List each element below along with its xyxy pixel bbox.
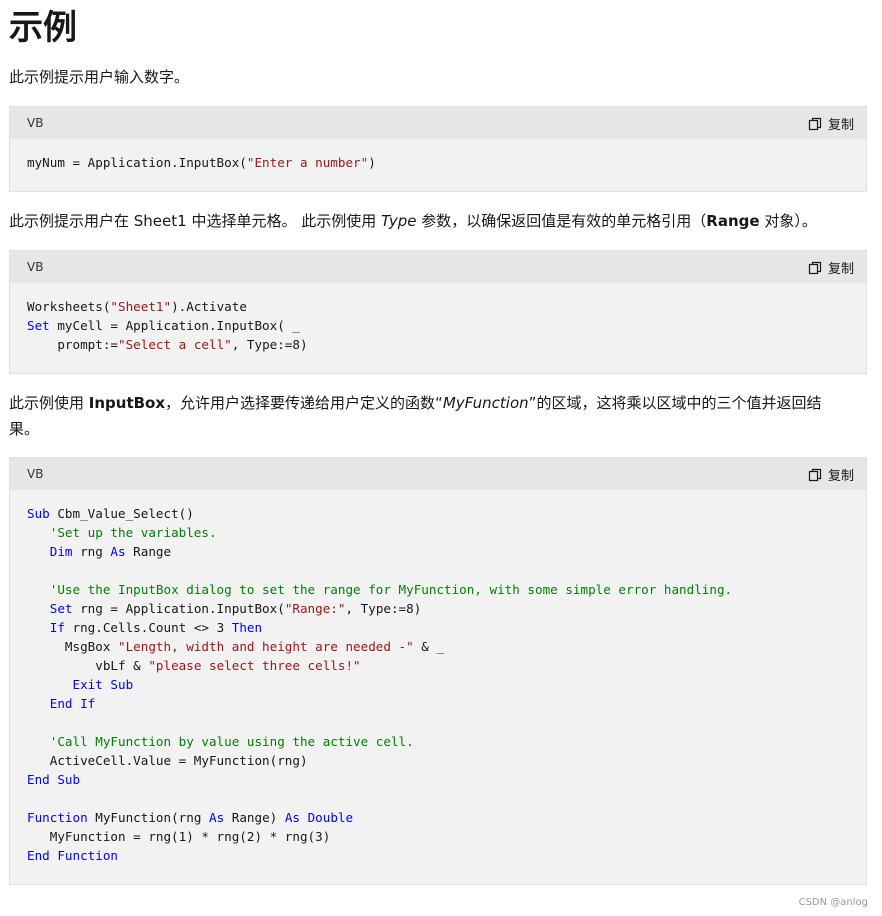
code-token: End Sub bbox=[27, 772, 81, 787]
code-token: ) bbox=[368, 155, 376, 170]
code-token: Range) bbox=[224, 810, 285, 825]
paragraph-text: ”的区域，这将乘以区域中的三个值并返回结 bbox=[528, 394, 822, 412]
code-token: If bbox=[49, 620, 65, 635]
code-token: rng = Application.InputBox( bbox=[72, 601, 285, 616]
paragraph-text: 参数，以确保返回值是有效的单元格引用（ bbox=[416, 212, 707, 230]
code-token: "please select three cells!" bbox=[148, 658, 361, 673]
paragraph-text: 果。 bbox=[9, 420, 40, 438]
paragraph-text: ，允许用户选择要传递给用户定义的函数“ bbox=[165, 394, 443, 412]
code-listing: Worksheets("Sheet1").Activate Set myCell… bbox=[10, 283, 866, 370]
code-token: "Range:" bbox=[284, 601, 346, 616]
description-paragraph-3: 此示例使用 InputBox，允许用户选择要传递给用户定义的函数“MyFunct… bbox=[9, 390, 859, 442]
code-token: MyFunction(rng bbox=[87, 810, 209, 825]
code-listing: Sub Cbm_Value_Select() 'Set up the varia… bbox=[10, 490, 866, 881]
code-token: MsgBox bbox=[27, 639, 118, 654]
code-token: Range bbox=[125, 544, 172, 559]
code-token: Set bbox=[27, 318, 50, 333]
code-token: Worksheets( bbox=[27, 299, 111, 314]
code-token: End Function bbox=[27, 848, 118, 863]
code-token: Then bbox=[231, 620, 263, 635]
code-token: Sub bbox=[27, 506, 50, 521]
code-token: ).Activate bbox=[171, 299, 247, 314]
paragraph-text: 对象）。 bbox=[759, 212, 817, 230]
paragraph-text: 此示例使用 bbox=[9, 394, 89, 412]
code-token: Cbm_Value_Select() bbox=[49, 506, 194, 521]
code-token: , Type:=8) bbox=[345, 601, 422, 616]
range-term: Range bbox=[706, 212, 760, 230]
code-language-label: VB bbox=[27, 260, 44, 274]
copy-icon bbox=[808, 261, 822, 274]
code-token: ActiveCell.Value = MyFunction(rng) bbox=[27, 753, 308, 768]
copy-button[interactable]: 复制 bbox=[808, 258, 854, 277]
code-token: "Select a cell" bbox=[118, 337, 232, 352]
code-token: As bbox=[209, 810, 225, 825]
page-title: 示例 bbox=[9, 8, 77, 48]
function-name-term: MyFunction bbox=[442, 394, 529, 412]
inputbox-term: InputBox bbox=[88, 394, 166, 412]
code-language-label: VB bbox=[27, 467, 44, 481]
copy-label: 复制 bbox=[827, 469, 854, 484]
code-token: "Enter a number" bbox=[246, 155, 369, 170]
code-block-2: VB 复制 Worksheets("Sheet1").Activate Set … bbox=[9, 250, 867, 374]
code-token: 'Use the InputBox dialog to set the rang… bbox=[49, 582, 733, 597]
code-header: VB 复制 bbox=[10, 458, 866, 490]
code-language-label: VB bbox=[27, 116, 44, 130]
copy-button[interactable]: 复制 bbox=[808, 465, 854, 484]
code-header: VB 复制 bbox=[10, 251, 866, 283]
code-block-3: VB 复制 Sub Cbm_Value_Select() 'Set up the… bbox=[9, 457, 867, 885]
paragraph-text: 此示例提示用户在 Sheet1 中选择单元格。 此示例使用 bbox=[9, 212, 381, 230]
code-token: "Length, width and height are needed -" bbox=[118, 639, 414, 654]
code-token: Set bbox=[49, 601, 73, 616]
code-token: rng bbox=[72, 544, 111, 559]
code-token: MyFunction = rng(1) * rng(2) * rng(3) bbox=[27, 829, 331, 844]
copy-label: 复制 bbox=[827, 118, 854, 133]
intro-paragraph: 此示例提示用户输入数字。 bbox=[9, 68, 190, 86]
watermark: CSDN @anlog bbox=[798, 897, 868, 908]
copy-icon bbox=[808, 468, 822, 481]
code-token: vbLf & bbox=[27, 658, 149, 673]
code-token: Exit Sub bbox=[72, 677, 134, 692]
code-token: 'Set up the variables. bbox=[49, 525, 217, 540]
code-header: VB 复制 bbox=[10, 107, 866, 139]
code-token: prompt:= bbox=[27, 337, 118, 352]
copy-icon bbox=[808, 117, 822, 130]
description-paragraph-2: 此示例提示用户在 Sheet1 中选择单元格。 此示例使用 Type 参数，以确… bbox=[9, 208, 859, 234]
code-token: "Sheet1" bbox=[110, 299, 172, 314]
code-token: Function bbox=[27, 810, 88, 825]
code-token: Dim bbox=[49, 544, 73, 559]
copy-button[interactable]: 复制 bbox=[808, 114, 854, 133]
code-token: myNum = Application.InputBox( bbox=[27, 155, 247, 170]
code-token: rng.Cells.Count <> 3 bbox=[64, 620, 232, 635]
code-token: , Type:=8) bbox=[231, 337, 308, 352]
copy-label: 复制 bbox=[827, 262, 854, 277]
code-token: 'Call MyFunction by value using the acti… bbox=[49, 734, 414, 749]
code-token: As Double bbox=[284, 810, 354, 825]
code-token: End If bbox=[49, 696, 96, 711]
code-token: As bbox=[110, 544, 126, 559]
type-param-term: Type bbox=[381, 212, 417, 230]
code-token: & _ bbox=[413, 639, 445, 654]
code-listing: myNum = Application.InputBox("Enter a nu… bbox=[10, 139, 866, 188]
code-block-1: VB 复制 myNum = Application.InputBox("Ente… bbox=[9, 106, 867, 192]
code-token: myCell = Application.InputBox( _ bbox=[49, 318, 300, 333]
